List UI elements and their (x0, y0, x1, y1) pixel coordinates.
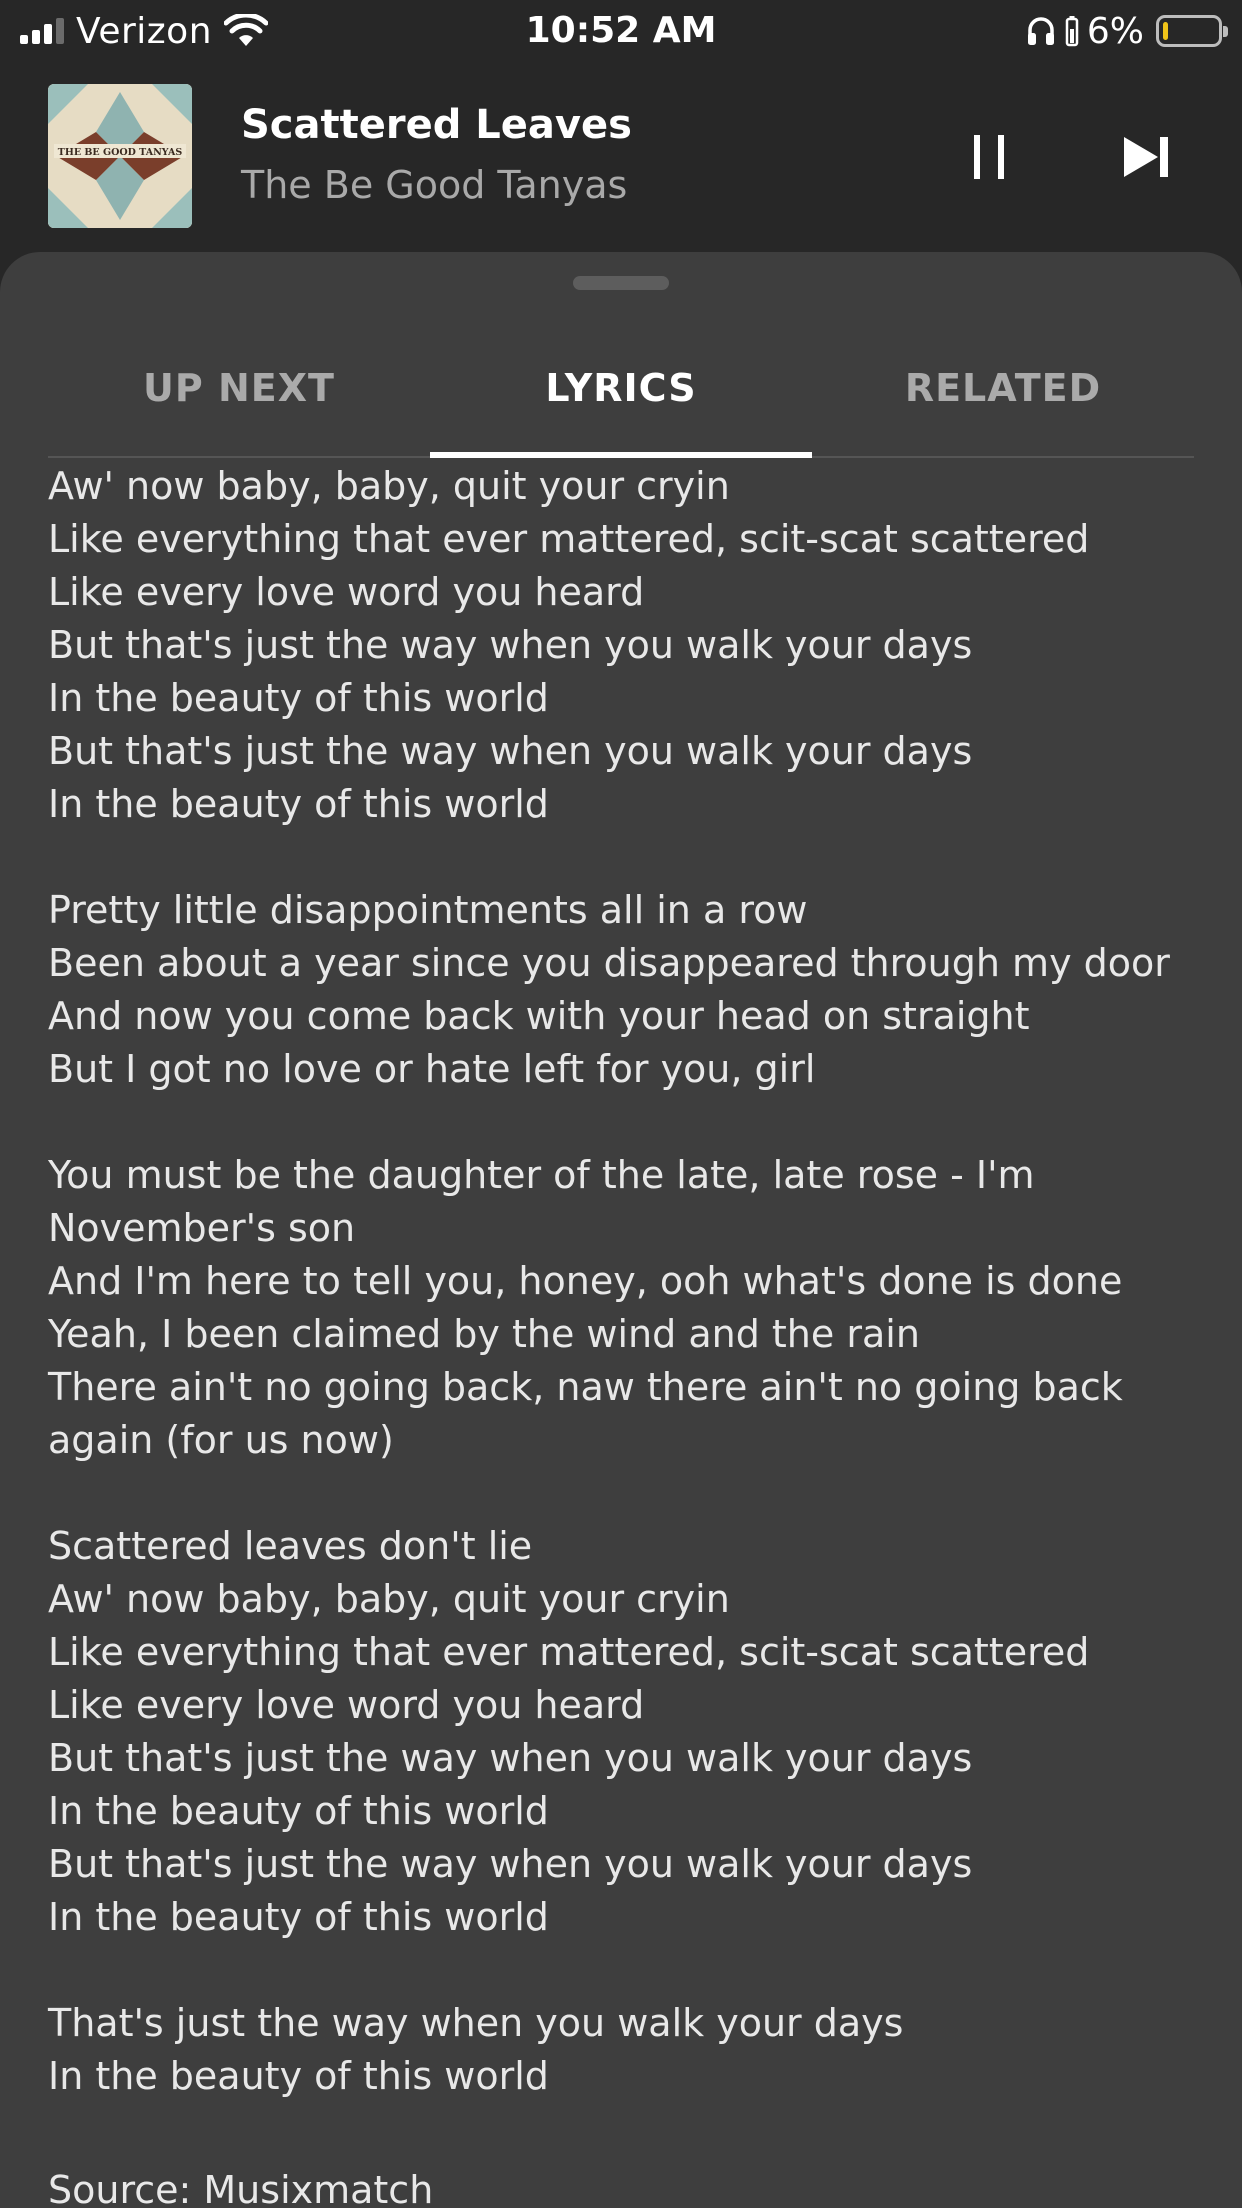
lyric-line: But I got no love or hate left for you, … (48, 1047, 816, 1091)
skip-next-icon (1124, 137, 1168, 177)
active-tab-indicator (430, 452, 812, 458)
headphones-icon (1027, 17, 1054, 45)
album-art[interactable]: THE BE GOOD TANYAS (48, 84, 192, 228)
now-playing-bar[interactable]: THE BE GOOD TANYAS Scattered Leaves The … (0, 62, 1242, 252)
status-right: 6% (1025, 8, 1228, 54)
lyric-line: Aw' now baby, baby, quit your cryin (48, 1577, 730, 1621)
lyrics-stanza-gap (48, 1944, 1208, 1997)
lyric-line: But that's just the way when you walk yo… (48, 729, 973, 773)
drag-handle[interactable] (573, 276, 669, 290)
battery-icon (1156, 15, 1228, 47)
pause-button[interactable] (955, 122, 1025, 192)
lyrics-stanza-gap (48, 1467, 1208, 1520)
lyric-line: But that's just the way when you walk yo… (48, 1736, 973, 1780)
lyric-line: Like every love word you heard (48, 570, 645, 614)
lyric-line: And now you come back with your head on … (48, 994, 1030, 1038)
lyric-line: In the beauty of this world (48, 1895, 549, 1939)
track-artist[interactable]: The Be Good Tanyas (241, 163, 627, 207)
skip-next-button[interactable] (1112, 122, 1182, 192)
lyric-line: But that's just the way when you walk yo… (48, 1842, 973, 1886)
lyric-line: Been about a year since you disappeared … (48, 941, 1170, 985)
lyric-line: Like everything that ever mattered, scit… (48, 517, 1090, 561)
lyric-line: again (for us now) (48, 1418, 394, 1462)
lyric-line: Yeah, I been claimed by the wind and the… (48, 1312, 920, 1356)
lyrics-text: Aw' now baby, baby, quit your cryin Like … (48, 460, 1208, 2103)
lyrics-stanza-gap (48, 1096, 1208, 1149)
lyric-line: In the beauty of this world (48, 1789, 549, 1833)
lyrics-source: Source: Musixmatch (48, 2168, 434, 2208)
lyric-line: November's son (48, 1206, 356, 1250)
lyric-line: In the beauty of this world (48, 676, 549, 720)
battery-percent: 6% (1086, 10, 1144, 52)
charging-bolt-icon (1065, 16, 1079, 47)
tab-lyrics[interactable]: LYRICS (430, 320, 812, 456)
lyrics-stanza-gap (48, 831, 1208, 884)
battery-level (1163, 22, 1168, 40)
lyric-line: You must be the daughter of the late, la… (48, 1153, 1035, 1197)
lyric-line: Like everything that ever mattered, scit… (48, 1630, 1090, 1674)
lyric-line: But that's just the way when you walk yo… (48, 623, 973, 667)
lyric-line: In the beauty of this world (48, 782, 549, 826)
tab-bar: UP NEXT LYRICS RELATED (48, 320, 1194, 458)
track-title[interactable]: Scattered Leaves (241, 102, 632, 148)
lyric-line: And I'm here to tell you, honey, ooh wha… (48, 1259, 1123, 1303)
album-art-image: THE BE GOOD TANYAS (48, 84, 192, 228)
lyric-line: In the beauty of this world (48, 2054, 549, 2098)
lyric-line: There ain't no going back, naw there ain… (48, 1365, 1123, 1409)
tab-related[interactable]: RELATED (812, 320, 1194, 456)
pause-icon (974, 135, 1004, 179)
status-bar: Verizon 10:52 AM 6% (0, 0, 1242, 62)
lyric-line: Scattered leaves don't lie (48, 1524, 533, 1568)
album-art-text: THE BE GOOD TANYAS (58, 147, 183, 158)
lyric-line: That's just the way when you walk your d… (48, 2001, 904, 2045)
lyric-line: Aw' now baby, baby, quit your cryin (48, 464, 730, 508)
lyric-line: Pretty little disappointments all in a r… (48, 888, 808, 932)
player-sheet: UP NEXT LYRICS RELATED Aw' now baby, bab… (0, 252, 1242, 2208)
lyric-line: Like every love word you heard (48, 1683, 645, 1727)
tab-up-next[interactable]: UP NEXT (48, 320, 430, 456)
